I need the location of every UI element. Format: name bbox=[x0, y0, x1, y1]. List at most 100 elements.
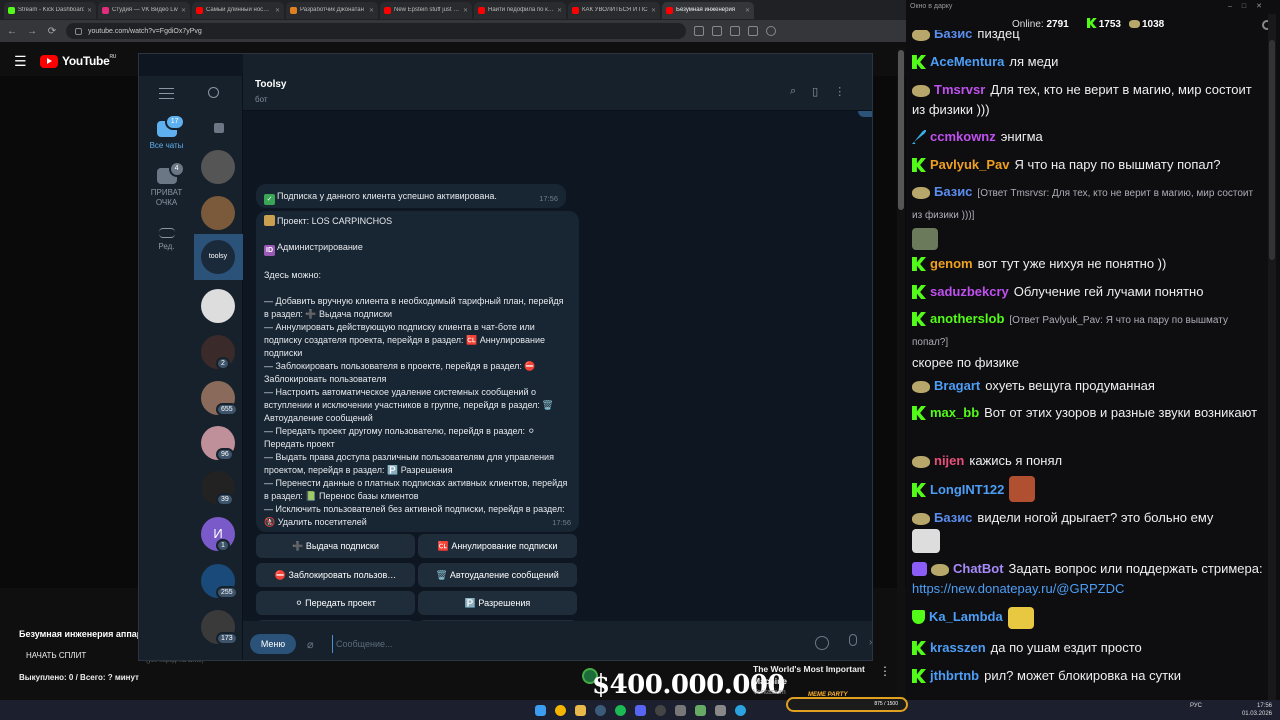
download-icon[interactable] bbox=[748, 26, 758, 36]
hamburger-menu-icon[interactable] bbox=[159, 88, 174, 99]
search-icon[interactable]: ⌕ bbox=[790, 85, 796, 98]
chat-username[interactable]: ccmkownz bbox=[930, 129, 996, 144]
explorer-icon[interactable] bbox=[574, 704, 586, 716]
expand-arrow-icon[interactable]: › bbox=[869, 637, 872, 648]
browser-tab[interactable]: Студия — VK Видео Live ✕ bbox=[98, 1, 190, 19]
browser-tab[interactable]: Безумная инженерия ✕ bbox=[662, 1, 754, 19]
folder-all-chats[interactable]: 17 Все чаты bbox=[139, 114, 194, 151]
chat-avatar[interactable] bbox=[201, 150, 235, 184]
recommended-video-title[interactable]: The World's Most Important Machine bbox=[753, 663, 873, 687]
chat-username[interactable]: Bragart bbox=[934, 378, 980, 393]
chat-username[interactable]: ChatBot bbox=[953, 561, 1004, 576]
chat-username[interactable]: Базис bbox=[934, 30, 972, 41]
tab-close-icon[interactable]: ✕ bbox=[181, 7, 186, 14]
chat-username[interactable]: Tmsrvsr bbox=[934, 82, 985, 97]
keyboard-button[interactable]: 🅿️ Разрешения bbox=[418, 591, 577, 615]
menu-icon[interactable]: ☰ bbox=[14, 53, 27, 70]
keyboard-button[interactable]: ⚪ Передать проект bbox=[256, 591, 415, 615]
chat-text: пиздец bbox=[977, 30, 1020, 41]
bot-menu-button[interactable]: Меню bbox=[250, 634, 296, 654]
reload-icon[interactable]: ⟳ bbox=[46, 26, 58, 37]
chat-username[interactable]: krasszen bbox=[930, 640, 986, 655]
search-icon[interactable] bbox=[208, 87, 219, 98]
chat-avatar[interactable]: toolsy bbox=[201, 240, 235, 274]
scrollbar-thumb[interactable] bbox=[898, 50, 904, 210]
chat-username[interactable]: Базис bbox=[934, 184, 972, 199]
tab-close-icon[interactable]: ✕ bbox=[275, 7, 280, 14]
chat-avatar[interactable] bbox=[201, 196, 235, 230]
tab-close-icon[interactable]: ✕ bbox=[651, 7, 656, 14]
browser-tab[interactable]: Разработчик Джонатан ✕ bbox=[286, 1, 378, 19]
message-line: — Выдать права доступа различным пользов… bbox=[264, 452, 554, 475]
chat-username[interactable]: anotherslob bbox=[930, 311, 1004, 326]
extension-icon[interactable] bbox=[712, 26, 722, 36]
browser-tab[interactable]: КАК УВОЛИТЬСЯ И ПС… ✕ bbox=[568, 1, 660, 19]
tab-close-icon[interactable]: ✕ bbox=[87, 7, 92, 14]
chat-link[interactable]: https://new.donatepay.ru/@GRPZDC bbox=[912, 581, 1124, 596]
chat-username[interactable]: Pavlyuk_Pav bbox=[930, 157, 1010, 172]
keyboard-button[interactable]: ⛔ Заблокировать пользов… bbox=[256, 562, 415, 587]
coin-viewers: 1038 bbox=[1128, 19, 1164, 30]
more-icon[interactable]: ⋮ bbox=[834, 85, 845, 98]
taskbar bbox=[0, 700, 1280, 720]
youtube-logo[interactable]: YouTube RU bbox=[40, 54, 116, 68]
sidebar-toggle-icon[interactable]: ▯ bbox=[812, 85, 818, 98]
attach-icon[interactable]: ⌀ bbox=[307, 638, 314, 651]
forward-icon[interactable]: → bbox=[26, 26, 38, 37]
message-input[interactable]: Сообщение... bbox=[332, 635, 802, 653]
unread-badge: 96 bbox=[216, 448, 234, 461]
start-icon[interactable] bbox=[534, 704, 546, 716]
edit-folders-icon bbox=[158, 228, 175, 238]
chat-username[interactable]: genom bbox=[930, 256, 973, 271]
browser-tab[interactable]: Самый длинный нос… ✕ bbox=[192, 1, 284, 19]
chat-title[interactable]: Toolsy bbox=[255, 79, 286, 90]
spotify-icon[interactable] bbox=[614, 704, 626, 716]
language-indicator[interactable]: РУС bbox=[1190, 703, 1202, 709]
folder-private[interactable]: 4 ПРИВАТ ОЧКА bbox=[139, 161, 194, 208]
recommended-channel[interactable]: Veritasium bbox=[753, 689, 786, 696]
tab-close-icon[interactable]: ✕ bbox=[369, 7, 374, 14]
steam-icon[interactable] bbox=[594, 704, 606, 716]
chat-username[interactable]: AceMentura bbox=[930, 54, 1004, 69]
window-controls[interactable]: –□✕ bbox=[1228, 0, 1280, 14]
chat-username[interactable]: max_bb bbox=[930, 405, 979, 420]
browser-tab[interactable]: Stream - Kick Dashboard ✕ bbox=[4, 1, 96, 19]
chrome-icon[interactable] bbox=[554, 704, 566, 716]
discord-icon[interactable] bbox=[634, 704, 646, 716]
more-options-icon[interactable]: ⋮ bbox=[879, 664, 891, 678]
lock-icon[interactable] bbox=[214, 123, 224, 133]
chat-username[interactable]: LongINT122 bbox=[930, 482, 1004, 497]
browser-tab[interactable]: Найти педофила по к… ✕ bbox=[474, 1, 566, 19]
message-bubble: Проект: LOS CARPINCHOS ID Администрирован… bbox=[256, 211, 579, 532]
microphone-icon[interactable] bbox=[849, 634, 857, 646]
chat-scrollbar-thumb[interactable] bbox=[1269, 40, 1275, 260]
chat-avatar[interactable] bbox=[201, 289, 235, 323]
telegram-icon[interactable] bbox=[734, 704, 746, 716]
tab-close-icon[interactable]: ✕ bbox=[745, 7, 750, 14]
keyboard-button[interactable]: ➕ Выдача подписки bbox=[256, 534, 415, 558]
folder-edit[interactable]: Ред. bbox=[139, 228, 194, 252]
obs-icon[interactable] bbox=[654, 704, 666, 716]
tab-close-icon[interactable]: ✕ bbox=[463, 7, 468, 14]
tab-label: КАК УВОЛИТЬСЯ И ПС… bbox=[582, 7, 648, 13]
browser-tab[interactable]: New Epstein stuff just … ✕ bbox=[380, 1, 472, 19]
chat-username[interactable]: Базис bbox=[934, 510, 972, 525]
extension-icon[interactable] bbox=[694, 26, 704, 36]
tab-close-icon[interactable]: ✕ bbox=[557, 7, 562, 14]
keyboard-button[interactable]: 🆑 Аннулирование подписки bbox=[418, 534, 577, 558]
youtube-app-icon[interactable] bbox=[674, 704, 686, 716]
chat-username[interactable]: saduzbekcry bbox=[930, 284, 1009, 299]
keyboard-button[interactable]: 🗑️ Автоудаление сообщений bbox=[418, 562, 577, 587]
url-field[interactable]: youtube.com/watch?v=FgdiOx7yPvg bbox=[66, 23, 686, 39]
app-icon[interactable] bbox=[694, 704, 706, 716]
back-icon[interactable]: ← bbox=[6, 26, 18, 37]
emoji-icon[interactable] bbox=[815, 636, 829, 650]
profile-icon[interactable] bbox=[766, 26, 776, 36]
chat-username[interactable]: Ka_Lambda bbox=[929, 609, 1003, 624]
chat-username[interactable]: nijen bbox=[934, 453, 964, 468]
start-split-button[interactable]: НАЧАТЬ СПЛИТ bbox=[26, 651, 86, 660]
chat-username[interactable]: jthbrtnb bbox=[930, 668, 979, 683]
extension-icon[interactable] bbox=[730, 26, 740, 36]
clock[interactable]: 17:56 01.03.2026 bbox=[1240, 700, 1272, 718]
app-icon[interactable] bbox=[714, 704, 726, 716]
